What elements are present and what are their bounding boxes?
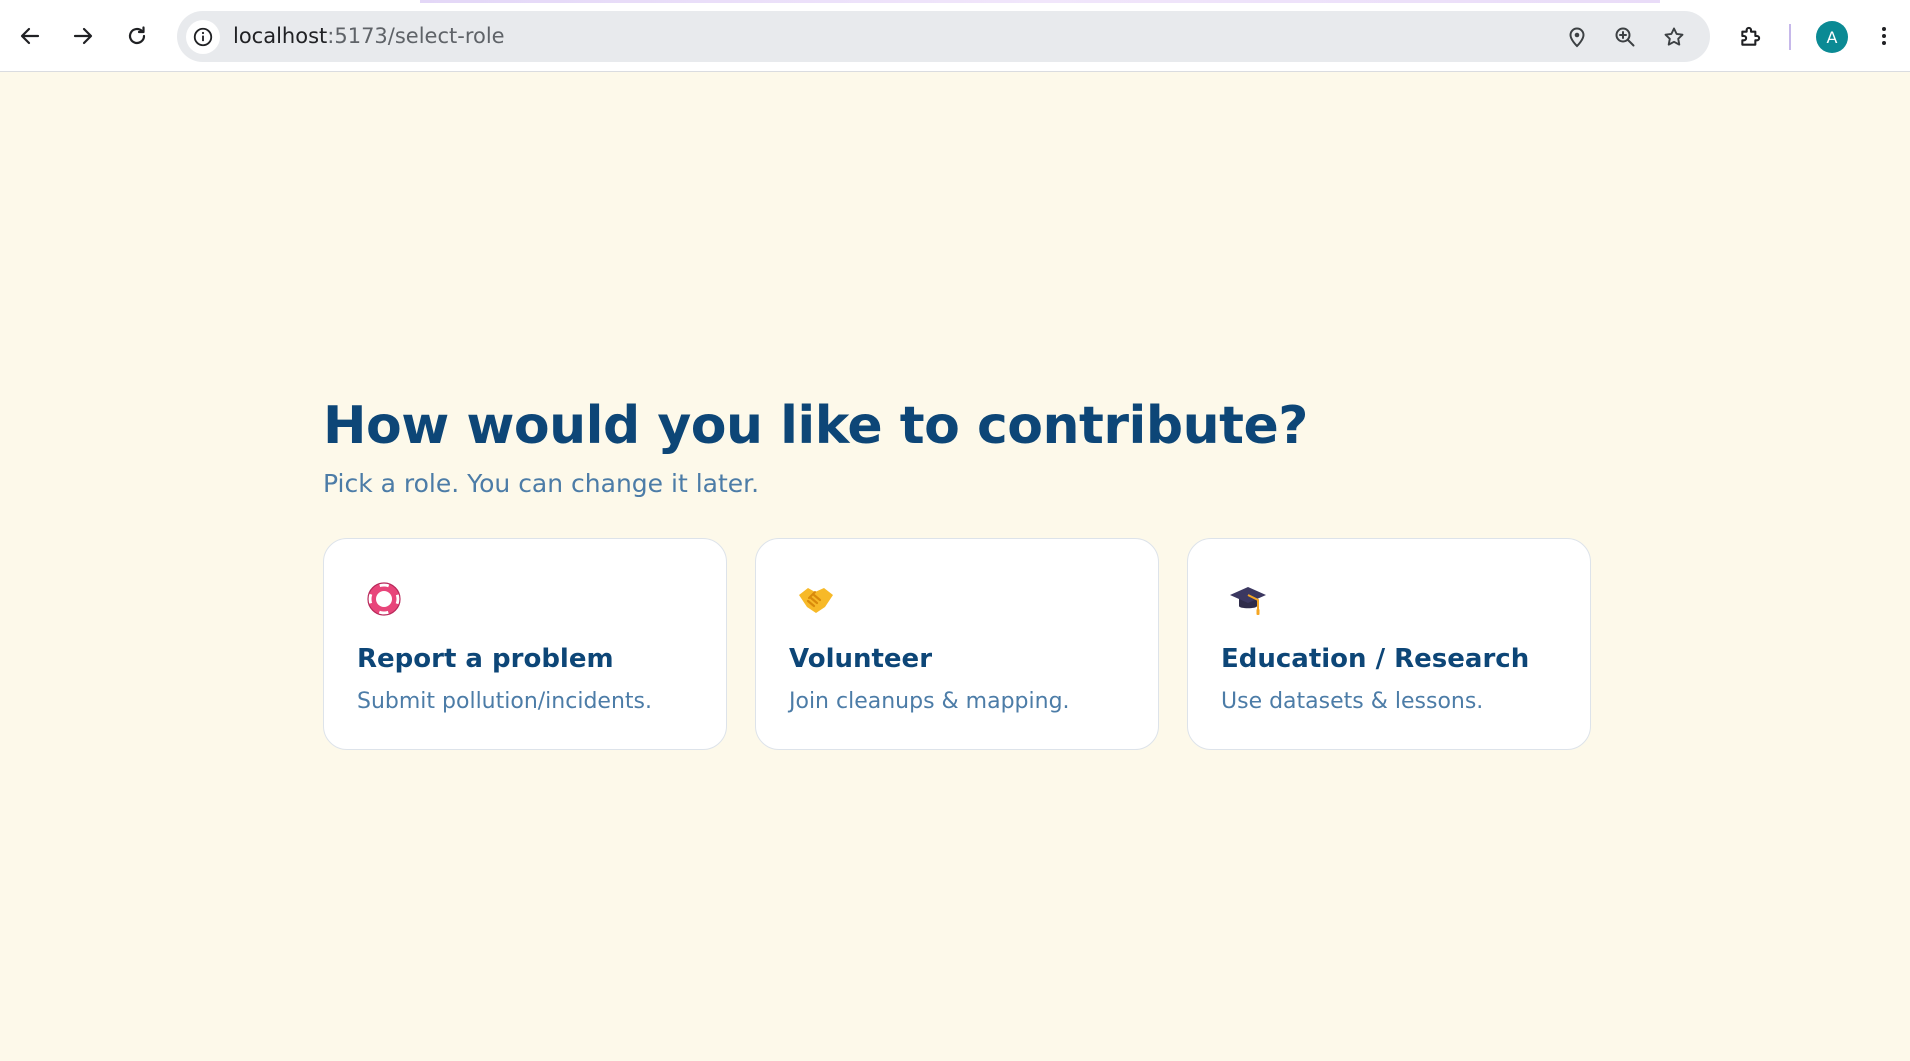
- browser-toolbar: localhost:5173/select-role A: [0, 0, 1910, 72]
- url-host: localhost: [233, 24, 328, 48]
- role-card-volunteer[interactable]: Volunteer Join cleanups & mapping.: [755, 538, 1159, 750]
- zoom-in-icon: [1615, 27, 1635, 47]
- url-text[interactable]: localhost:5173/select-role: [233, 11, 505, 62]
- tab-strip-accent: [420, 0, 1660, 3]
- role-card-report[interactable]: Report a problem Submit pollution/incide…: [323, 538, 727, 750]
- arrow-right-icon: [73, 27, 93, 45]
- graduation-cap-icon: [1230, 587, 1266, 615]
- info-icon: [193, 27, 213, 47]
- page-subtitle: Pick a role. You can change it later.: [323, 469, 760, 498]
- star-icon: [1664, 27, 1684, 46]
- role-title: Education / Research: [1221, 644, 1530, 674]
- role-selection: How would you like to contribute? Pick a…: [323, 390, 1593, 750]
- browser-menu-button[interactable]: [1866, 18, 1902, 54]
- bookmark-button[interactable]: [1660, 23, 1688, 51]
- more-vertical-icon: [1882, 27, 1886, 45]
- lifebuoy-icon: [364, 579, 404, 619]
- location-button[interactable]: [1563, 23, 1591, 51]
- page-title: How would you like to contribute?: [323, 396, 1308, 456]
- zoom-button[interactable]: [1611, 23, 1639, 51]
- toolbar-divider: [1789, 24, 1791, 50]
- reload-icon: [128, 26, 146, 45]
- role-description: Use datasets & lessons.: [1221, 689, 1484, 714]
- role-card-education[interactable]: Education / Research Use datasets & less…: [1187, 538, 1591, 750]
- puzzle-icon: [1741, 26, 1761, 46]
- handshake-icon: [799, 588, 833, 613]
- arrow-left-icon: [20, 27, 40, 45]
- url-path: :5173/select-role: [327, 24, 505, 48]
- role-cards: Report a problem Submit pollution/incide…: [323, 538, 1593, 750]
- role-title: Report a problem: [357, 644, 614, 674]
- profile-avatar[interactable]: A: [1816, 21, 1848, 53]
- role-title: Volunteer: [789, 644, 933, 674]
- role-description: Submit pollution/incidents.: [357, 689, 652, 714]
- extensions-button[interactable]: [1733, 18, 1769, 54]
- back-button[interactable]: [10, 16, 50, 56]
- reload-button[interactable]: [117, 16, 157, 56]
- forward-button[interactable]: [63, 16, 103, 56]
- role-description: Join cleanups & mapping.: [789, 689, 1070, 714]
- location-pin-icon: [1569, 27, 1585, 48]
- address-bar[interactable]: localhost:5173/select-role: [177, 11, 1710, 62]
- site-info-button[interactable]: [186, 20, 220, 54]
